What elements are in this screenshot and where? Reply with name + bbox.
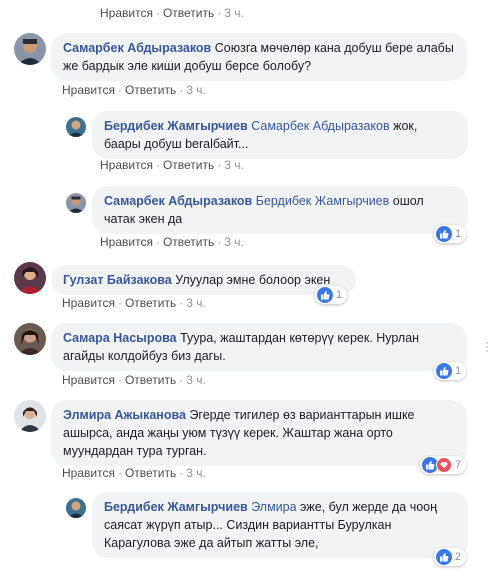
- like-reaction-icon: [317, 287, 333, 303]
- comment-bubble: Гулзат Байзакова Улуулар эмне болоор эке…: [51, 265, 356, 295]
- reply-link[interactable]: Ответить: [163, 6, 214, 20]
- like-link[interactable]: Нравится: [62, 83, 115, 97]
- comment-bubble: Самара Насырова Туура, жаштардан көтөрүү…: [51, 323, 467, 371]
- comment-time[interactable]: 3 ч.: [224, 6, 244, 20]
- reaction-count: 1: [455, 228, 462, 240]
- reply-link[interactable]: Ответить: [125, 373, 176, 387]
- comment-time[interactable]: 3 ч.: [224, 235, 244, 249]
- comment-author[interactable]: Бердибек Жамгырчиев: [104, 500, 248, 514]
- comment-mention[interactable]: Бердибек Жамгырчиев: [256, 194, 390, 208]
- reply-link[interactable]: Ответить: [125, 83, 176, 97]
- avatar[interactable]: [14, 262, 46, 294]
- reaction-summary[interactable]: 1: [434, 362, 467, 380]
- comment-bubble: Самарбек Абдыразаков Союзга мөчөлөр кана…: [51, 33, 467, 81]
- comment-time[interactable]: 3 ч.: [186, 296, 206, 310]
- comment-author[interactable]: Самарбек Абдыразаков: [63, 41, 211, 55]
- comment-bubble: Элмира Ажыканова Эгерде тигилер өз вариа…: [51, 400, 467, 466]
- comment-actions: Нравится · Ответить · 3 ч.: [100, 158, 244, 172]
- comment-mention[interactable]: Элмира: [251, 500, 296, 514]
- like-link[interactable]: Нравится: [62, 373, 115, 387]
- reaction-summary[interactable]: 1: [315, 286, 348, 304]
- like-reaction-icon: [436, 363, 452, 379]
- comment-bubble: Бердибек Жамгырчиев Самарбек Абдыразаков…: [92, 111, 468, 159]
- reply-link[interactable]: Ответить: [163, 158, 214, 172]
- comment-author[interactable]: Элмира Ажыканова: [63, 408, 186, 422]
- comment-author[interactable]: Гулзат Байзакова: [63, 273, 172, 287]
- comment-time[interactable]: 3 ч.: [186, 466, 206, 480]
- comment-actions: Нравится · Ответить · 3 ч.: [100, 6, 244, 20]
- comment-author[interactable]: Самара Насырова: [63, 331, 177, 345]
- reaction-count: 1: [336, 289, 343, 301]
- comment-actions: Нравится · Ответить · 3 ч.: [62, 83, 206, 97]
- avatar[interactable]: [14, 400, 46, 432]
- like-reaction-icon: [436, 226, 452, 242]
- avatar[interactable]: [14, 323, 46, 355]
- avatar[interactable]: [66, 117, 86, 137]
- comment-time[interactable]: 3 ч.: [186, 373, 206, 387]
- avatar[interactable]: [66, 193, 86, 213]
- reaction-count: 1: [455, 365, 462, 377]
- reaction-summary[interactable]: 1: [434, 225, 467, 243]
- comment-author[interactable]: Бердибек Жамгырчиев: [104, 119, 248, 133]
- comment-author[interactable]: Самарбек Абдыразаков: [104, 194, 252, 208]
- like-link[interactable]: Нравится: [100, 235, 153, 249]
- comment-actions: Нравится · Ответить · 3 ч.: [62, 296, 206, 310]
- comment-bubble: Бердибек Жамгырчиев Элмира эже, бул жерд…: [92, 492, 468, 558]
- love-reaction-icon: [436, 457, 452, 473]
- like-link[interactable]: Нравится: [62, 296, 115, 310]
- like-link[interactable]: Нравится: [100, 6, 153, 20]
- comment-mention[interactable]: Самарбек Абдыразаков: [251, 119, 389, 133]
- comment-text: Улуулар эмне болоор экен: [175, 273, 331, 287]
- reply-link[interactable]: Ответить: [163, 235, 214, 249]
- reaction-summary[interactable]: 7: [420, 456, 467, 474]
- like-link[interactable]: Нравится: [100, 158, 153, 172]
- avatar[interactable]: [66, 498, 86, 518]
- avatar[interactable]: [14, 33, 46, 65]
- comment-time[interactable]: 3 ч.: [224, 158, 244, 172]
- more-options-icon[interactable]: · · ·: [482, 336, 492, 356]
- like-link[interactable]: Нравится: [62, 466, 115, 480]
- comment-time[interactable]: 3 ч.: [186, 83, 206, 97]
- comment-actions: Нравится · Ответить · 3 ч.: [62, 466, 206, 480]
- reaction-count: 7: [455, 459, 462, 471]
- like-reaction-icon: [436, 549, 452, 565]
- comment-bubble: Самарбек Абдыразаков Бердибек Жамгырчиев…: [92, 186, 468, 234]
- comment-actions: Нравится · Ответить · 3 ч.: [62, 373, 206, 387]
- reaction-count: 2: [455, 551, 462, 563]
- reaction-summary[interactable]: 2: [434, 548, 467, 566]
- reply-link[interactable]: Ответить: [125, 466, 176, 480]
- comment-actions: Нравится · Ответить · 3 ч.: [100, 235, 244, 249]
- reply-link[interactable]: Ответить: [125, 296, 176, 310]
